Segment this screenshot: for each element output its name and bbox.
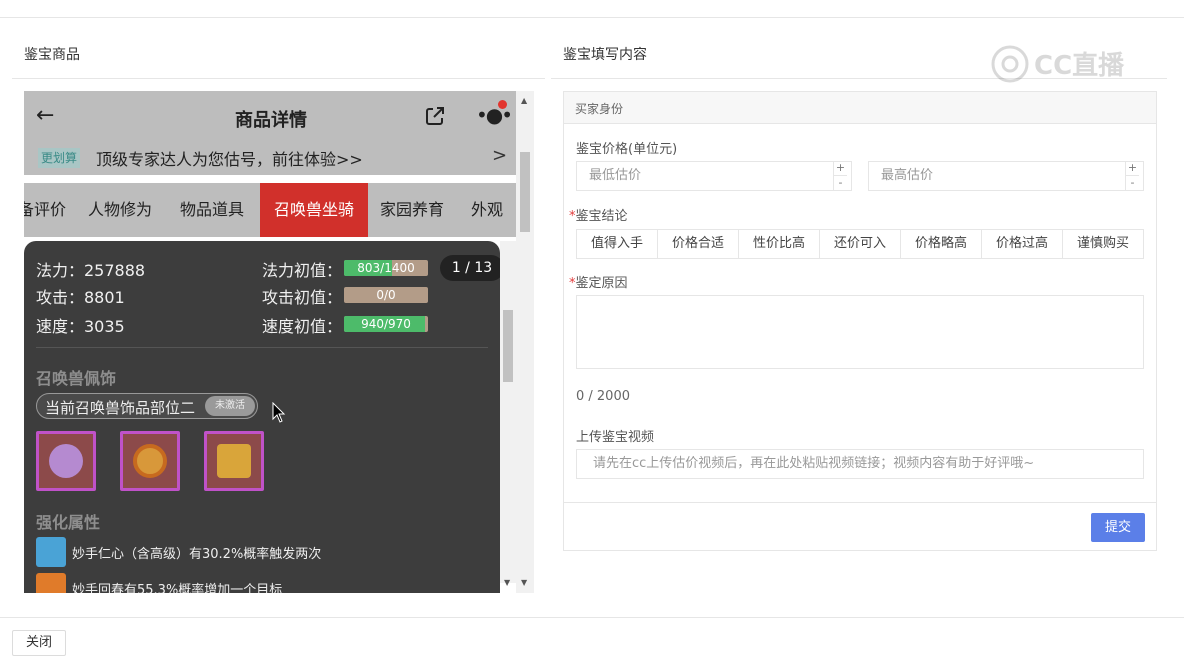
conclusion-option[interactable]: 价格略高 — [901, 230, 982, 258]
skill-icon — [36, 537, 66, 567]
accessory-slot-chip[interactable]: 当前召唤兽饰品部位二 未激活 — [36, 393, 258, 419]
share-icon[interactable] — [424, 105, 446, 127]
scroll-down-arrow-icon[interactable]: ▼ — [521, 578, 527, 587]
conclusion-option[interactable]: 性价比高 — [739, 230, 820, 258]
stat-speed: 速度：3035 — [36, 317, 125, 336]
conclusion-options: 值得入手 价格合适 性价比高 还价可入 价格略高 价格过高 谨慎购买 — [576, 229, 1144, 259]
tab-home[interactable]: 家园养育 — [380, 183, 444, 237]
stat-speed-init-label: 速度初值： — [262, 317, 343, 336]
speed-init-bar: 940/970 — [344, 316, 428, 332]
video-label: 上传鉴宝视频 — [576, 430, 655, 445]
min-price-input[interactable]: 最低估价 + - — [576, 161, 852, 191]
tab-items[interactable]: 物品道具 — [180, 183, 244, 237]
conclusion-option[interactable]: 价格合适 — [658, 230, 739, 258]
reason-textarea[interactable] — [576, 295, 1144, 369]
inner-scrollbar-thumb[interactable] — [503, 310, 513, 382]
strengthen-section-title: 强化属性 — [36, 513, 101, 532]
submit-button[interactable]: 提交 — [1091, 513, 1145, 542]
mouse-cursor-icon — [272, 402, 286, 423]
tab-appearance[interactable]: 外观 — [471, 183, 503, 237]
skill-icon — [36, 573, 66, 593]
appraisal-form: 买家身份 鉴宝价格(单位元) 最低估价 + - 最高估价 + - *鉴宝结论 值得入… — [563, 91, 1157, 551]
divider — [36, 347, 488, 348]
stat-mana: 法力：257888 — [36, 261, 146, 280]
accessory-item-2[interactable] — [120, 431, 180, 491]
conclusion-option[interactable]: 谨慎购买 — [1063, 230, 1143, 258]
close-button[interactable]: 关闭 — [12, 630, 66, 656]
inner-scrollbar[interactable] — [500, 241, 516, 583]
video-link-input[interactable]: 请先在cc上传估价视频后，再在此处粘贴视频链接；视频内容有助于好评哦~ — [576, 449, 1144, 479]
left-divider — [12, 78, 545, 79]
max-price-stepper[interactable]: + - — [1125, 161, 1139, 191]
scroll-up-arrow-icon[interactable]: ▲ — [521, 96, 527, 105]
phone-header: ← 商品详情 •●• — [24, 91, 518, 143]
phone-tabs: 备评价 人物修为 物品道具 召唤兽坐骑 家园养育 外观 — [24, 183, 518, 237]
svg-text:CC直播: CC直播 — [1034, 51, 1125, 81]
right-column-title: 鉴宝填写内容 — [563, 47, 647, 63]
stat-attack-init-label: 攻击初值： — [262, 288, 343, 307]
reason-label: *鉴定原因 — [569, 276, 628, 291]
promo-banner[interactable]: 更划算 顶级专家达人为您估号，前往体验>> > — [24, 141, 518, 175]
accessory-section-title: 召唤兽佩饰 — [36, 369, 117, 388]
attack-init-bar: 0/0 — [344, 287, 428, 303]
reason-counter: 0 / 2000 — [576, 389, 630, 404]
outer-scrollbar-thumb[interactable] — [520, 152, 530, 232]
watermark-logo: CC直播 — [991, 45, 1125, 83]
skill-row: 妙手仁心（含高级）有30.2%概率触发两次 — [36, 537, 476, 567]
conclusion-label: *鉴宝结论 — [569, 209, 628, 224]
form-section-header: 买家身份 — [564, 92, 1156, 124]
accessory-item-3[interactable] — [204, 431, 264, 491]
min-price-stepper[interactable]: + - — [833, 161, 847, 191]
mana-init-bar: 803/1400 — [344, 260, 428, 276]
tab-review[interactable]: 备评价 — [24, 183, 66, 237]
accessory-item-1[interactable] — [36, 431, 96, 491]
price-label: 鉴宝价格(单位元) — [576, 142, 678, 157]
left-column-title: 鉴宝商品 — [24, 47, 80, 63]
promo-tag: 更划算 — [38, 148, 81, 168]
max-price-input[interactable]: 最高估价 + - — [868, 161, 1144, 191]
footer-divider — [0, 617, 1184, 618]
product-preview-phone: ← 商品详情 •●• 更划算 顶级专家达人为您估号，前往体验>> > 备评价 人… — [24, 91, 518, 593]
tab-character[interactable]: 人物修为 — [88, 183, 152, 237]
conclusion-option[interactable]: 价格过高 — [982, 230, 1063, 258]
stat-attack: 攻击：8801 — [36, 288, 125, 307]
scroll-down-arrow-icon[interactable]: ▼ — [504, 578, 510, 587]
form-footer-divider — [564, 502, 1156, 503]
conclusion-option[interactable]: 值得入手 — [577, 230, 658, 258]
notification-dot — [498, 100, 507, 109]
chevron-right-icon: > — [492, 145, 508, 166]
promo-text: 顶级专家达人为您估号，前往体验>> — [96, 150, 363, 169]
top-bar — [0, 0, 1184, 18]
skill-row: 妙手回春有55.3%概率增加一个目标 — [36, 573, 476, 593]
summon-detail-panel: 1 / 13 法力：257888 法力初值： 803/1400 攻击：8801 … — [24, 241, 500, 593]
inactive-badge: 未激活 — [205, 396, 255, 416]
stat-mana-init-label: 法力初值： — [262, 261, 343, 280]
tab-summons[interactable]: 召唤兽坐骑 — [260, 183, 368, 237]
page-indicator: 1 / 13 — [440, 255, 500, 281]
conclusion-option[interactable]: 还价可入 — [820, 230, 901, 258]
